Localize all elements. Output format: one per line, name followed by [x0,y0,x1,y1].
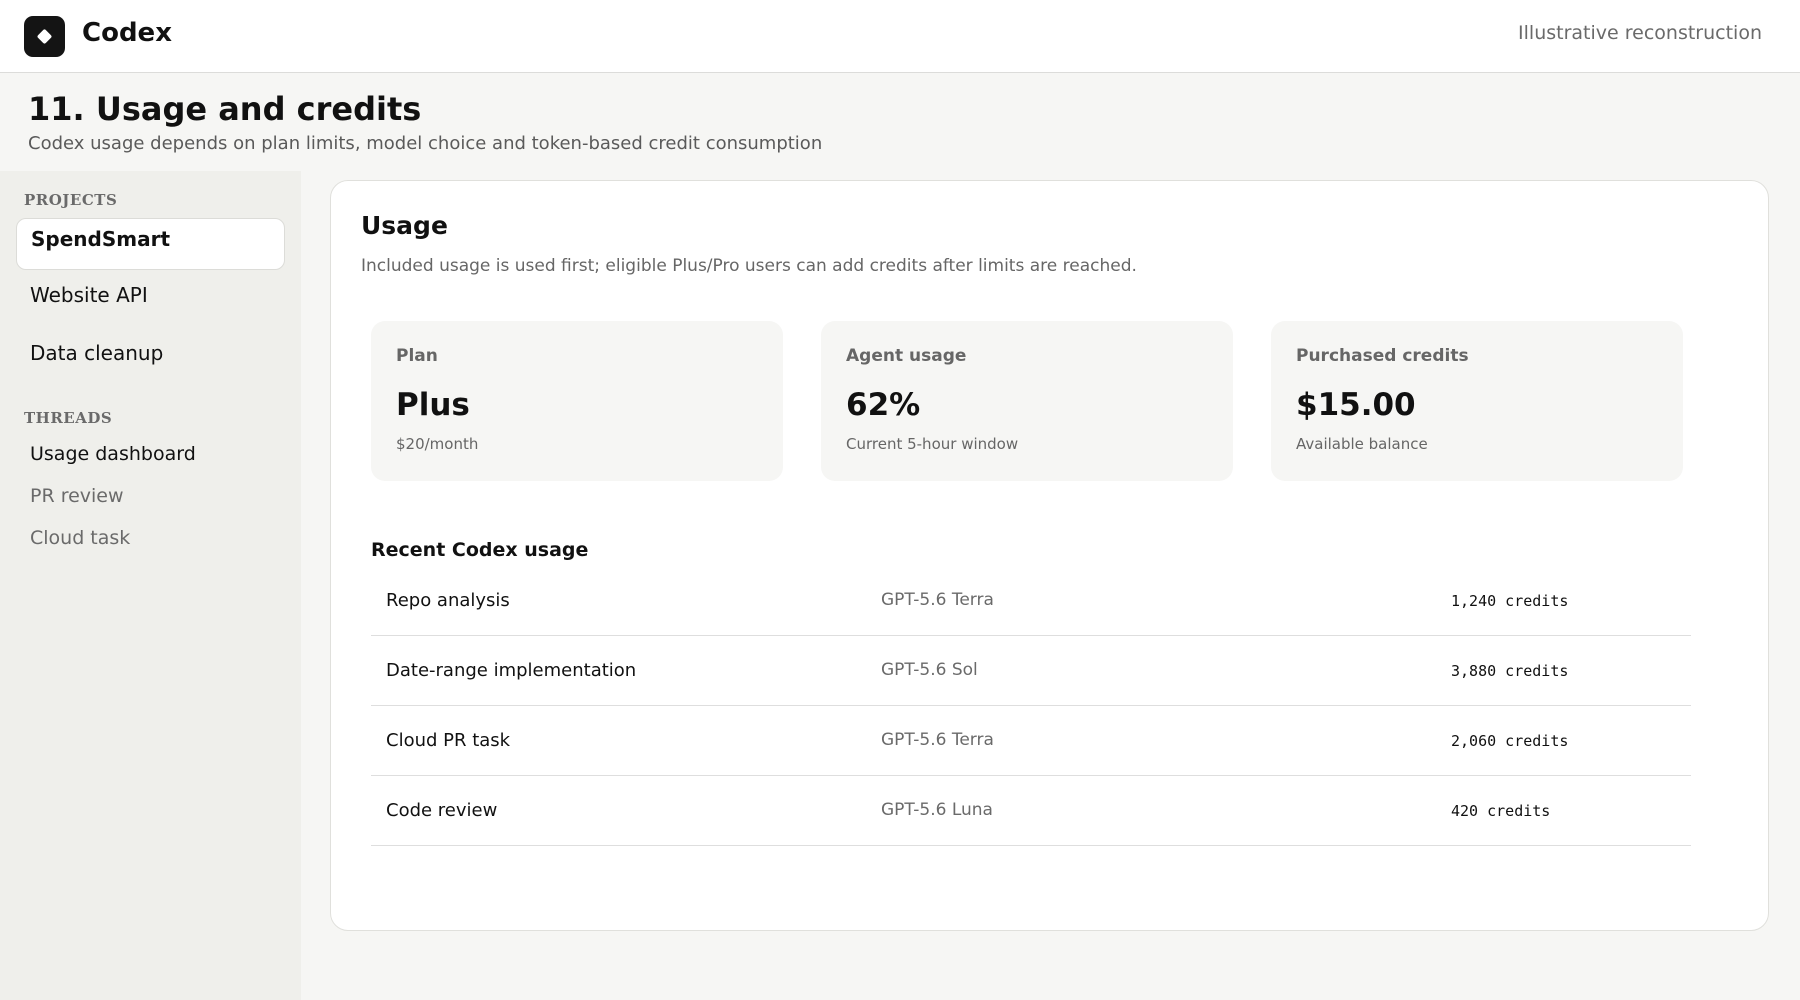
sidebar: PROJECTS SpendSmart Website API Data cle… [0,171,301,1000]
recent-usage-table: Repo analysis GPT-5.6 Terra 1,240 credit… [371,566,1691,846]
page-subtitle: Codex usage depends on plan limits, mode… [28,133,823,154]
row-credits: 3,880 credits [1451,662,1569,680]
card-note: Available balance [1296,435,1428,453]
projects-heading: PROJECTS [24,191,118,209]
card-label: Plan [396,346,438,366]
diamond-shape [36,28,53,45]
sidebar-item-spendsmart[interactable]: SpendSmart [16,218,285,270]
card-note: Current 5-hour window [846,435,1019,453]
usage-panel: Usage Included usage is used first; elig… [330,180,1769,931]
card-value: $15.00 [1296,387,1416,423]
plan-card: Plan Plus $20/month [371,321,783,481]
agent-usage-card: Agent usage 62% Current 5-hour window [821,321,1233,481]
row-model: GPT-5.6 Terra [881,730,994,750]
table-row[interactable]: Date-range implementation GPT-5.6 Sol 3,… [371,636,1691,706]
project-label: Website API [30,283,148,307]
table-row[interactable]: Repo analysis GPT-5.6 Terra 1,240 credit… [371,566,1691,636]
sidebar-item-data-cleanup[interactable]: Data cleanup [16,333,285,385]
row-credits: 2,060 credits [1451,732,1569,750]
card-value: Plus [396,387,470,423]
project-label: Data cleanup [30,341,164,365]
row-model: GPT-5.6 Terra [881,590,994,610]
thread-pr-review[interactable]: PR review [30,485,124,507]
card-label: Purchased credits [1296,346,1469,366]
thread-cloud-task[interactable]: Cloud task [30,527,130,549]
row-task: Date-range implementation [386,660,637,681]
card-value: 62% [846,387,921,423]
table-row[interactable]: Cloud PR task GPT-5.6 Terra 2,060 credit… [371,706,1691,776]
recent-usage-title: Recent Codex usage [371,539,589,561]
top-bar: Codex Illustrative reconstruction [0,0,1800,73]
usage-title: Usage [361,211,448,240]
threads-heading: THREADS [24,409,113,427]
row-model: GPT-5.6 Luna [881,800,993,820]
purchased-credits-card: Purchased credits $15.00 Available balan… [1271,321,1683,481]
row-credits: 1,240 credits [1451,592,1569,610]
usage-description: Included usage is used first; eligible P… [361,256,1137,276]
row-task: Repo analysis [386,590,510,611]
row-task: Cloud PR task [386,730,511,751]
project-label: SpendSmart [31,227,171,251]
app-title: Codex [82,18,172,48]
row-credits: 420 credits [1451,802,1551,820]
row-model: GPT-5.6 Sol [881,660,978,680]
thread-usage-dashboard[interactable]: Usage dashboard [30,443,196,465]
card-note: $20/month [396,435,479,453]
table-row[interactable]: Code review GPT-5.6 Luna 420 credits [371,776,1691,846]
page-title: 11. Usage and credits [28,90,422,128]
codex-diamond-icon[interactable] [24,16,65,57]
top-note: Illustrative reconstruction [1518,22,1762,44]
card-label: Agent usage [846,346,967,366]
sidebar-item-website-api[interactable]: Website API [16,275,285,327]
row-task: Code review [386,800,498,821]
